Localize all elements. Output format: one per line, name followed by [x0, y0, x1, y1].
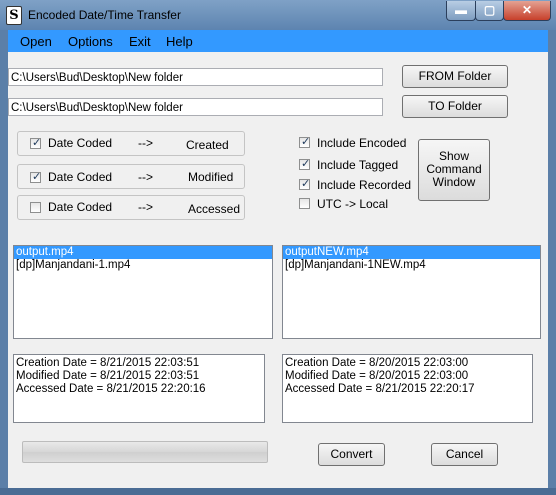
utc-local-label: UTC -> Local	[317, 197, 389, 211]
include-tagged-label: Include Tagged	[317, 158, 399, 172]
menu-open[interactable]: Open	[20, 34, 52, 49]
source-file-item[interactable]: output.mp4	[14, 246, 272, 259]
mapping-accessed: Date Coded --> Accessed	[17, 195, 245, 220]
mapping-accessed-arrow: -->	[138, 200, 153, 214]
window-title: Encoded Date/Time Transfer	[28, 8, 181, 22]
mapping-modified: ✓ Date Coded --> Modified	[17, 164, 245, 189]
mapping-modified-label: Date Coded	[48, 170, 113, 184]
utc-local-checkbox[interactable]	[299, 198, 310, 209]
target-creation-date: Creation Date = 8/20/2015 22:03:00	[285, 357, 469, 369]
include-encoded-checkbox[interactable]: ✓	[299, 136, 310, 148]
include-tagged-checkbox[interactable]: ✓	[299, 158, 310, 170]
mapping-accessed-checkbox[interactable]	[30, 202, 41, 213]
target-file-item[interactable]: [dp]Manjandani-1NEW.mp4	[283, 259, 540, 272]
target-date-info: Creation Date = 8/20/2015 22:03:00 Modif…	[282, 354, 533, 423]
menu-exit[interactable]: Exit	[129, 34, 151, 49]
include-recorded-label: Include Recorded	[317, 178, 412, 192]
app-window: S Encoded Date/Time Transfer ▬ ▢ ✕ Open …	[0, 0, 556, 495]
mapping-modified-target: Modified	[188, 170, 234, 184]
source-modified-date: Modified Date = 8/21/2015 22:03:51	[16, 370, 200, 382]
mapping-created-label: Date Coded	[48, 136, 113, 150]
include-recorded-checkbox[interactable]: ✓	[299, 178, 310, 190]
cancel-button[interactable]: Cancel	[431, 443, 498, 466]
source-file-item[interactable]: [dp]Manjandani-1.mp4	[14, 259, 272, 272]
menu-options[interactable]: Options	[68, 34, 113, 49]
mapping-accessed-label: Date Coded	[48, 200, 113, 214]
source-date-info: Creation Date = 8/21/2015 22:03:51 Modif…	[13, 354, 265, 423]
mapping-accessed-target: Accessed	[188, 202, 241, 216]
source-file-list[interactable]: output.mp4 [dp]Manjandani-1.mp4	[13, 245, 273, 339]
mapping-created-checkbox[interactable]: ✓	[30, 137, 41, 149]
progress-bar	[22, 441, 268, 463]
close-button[interactable]: ✕	[503, 1, 551, 21]
window-bottom-edge	[0, 488, 556, 495]
include-encoded-label: Include Encoded	[317, 136, 407, 150]
mapping-created: ✓ Date Coded --> Created	[17, 131, 245, 156]
show-command-window-button[interactable]: Show Command Window	[418, 139, 490, 201]
from-path-field[interactable]: C:\Users\Bud\Desktop\New folder	[8, 68, 383, 86]
source-accessed-date: Accessed Date = 8/21/2015 22:20:16	[16, 383, 206, 395]
target-accessed-date: Accessed Date = 8/21/2015 22:20:17	[285, 383, 475, 395]
to-path-field[interactable]: C:\Users\Bud\Desktop\New folder	[8, 98, 383, 116]
target-file-item[interactable]: outputNEW.mp4	[283, 246, 540, 259]
convert-button[interactable]: Convert	[318, 443, 385, 466]
mapping-created-target: Created	[186, 138, 229, 152]
client-area: C:\Users\Bud\Desktop\New folder FROM Fol…	[8, 52, 548, 488]
maximize-button[interactable]: ▢	[475, 1, 504, 21]
to-folder-button[interactable]: TO Folder	[402, 95, 508, 118]
app-icon: S	[6, 6, 22, 25]
menu-bar: Open Options Exit Help	[8, 30, 548, 52]
menu-help[interactable]: Help	[166, 34, 193, 49]
source-creation-date: Creation Date = 8/21/2015 22:03:51	[16, 357, 200, 369]
show-command-line-3: Window	[432, 175, 476, 189]
mapping-modified-arrow: -->	[138, 170, 153, 184]
minimize-button[interactable]: ▬	[446, 1, 476, 21]
target-file-list[interactable]: outputNEW.mp4 [dp]Manjandani-1NEW.mp4	[282, 245, 541, 339]
title-bar[interactable]: S Encoded Date/Time Transfer ▬ ▢ ✕	[0, 0, 556, 30]
from-folder-button[interactable]: FROM Folder	[402, 65, 508, 88]
mapping-modified-checkbox[interactable]: ✓	[30, 171, 41, 183]
target-modified-date: Modified Date = 8/20/2015 22:03:00	[285, 370, 469, 382]
mapping-created-arrow: -->	[138, 136, 153, 150]
